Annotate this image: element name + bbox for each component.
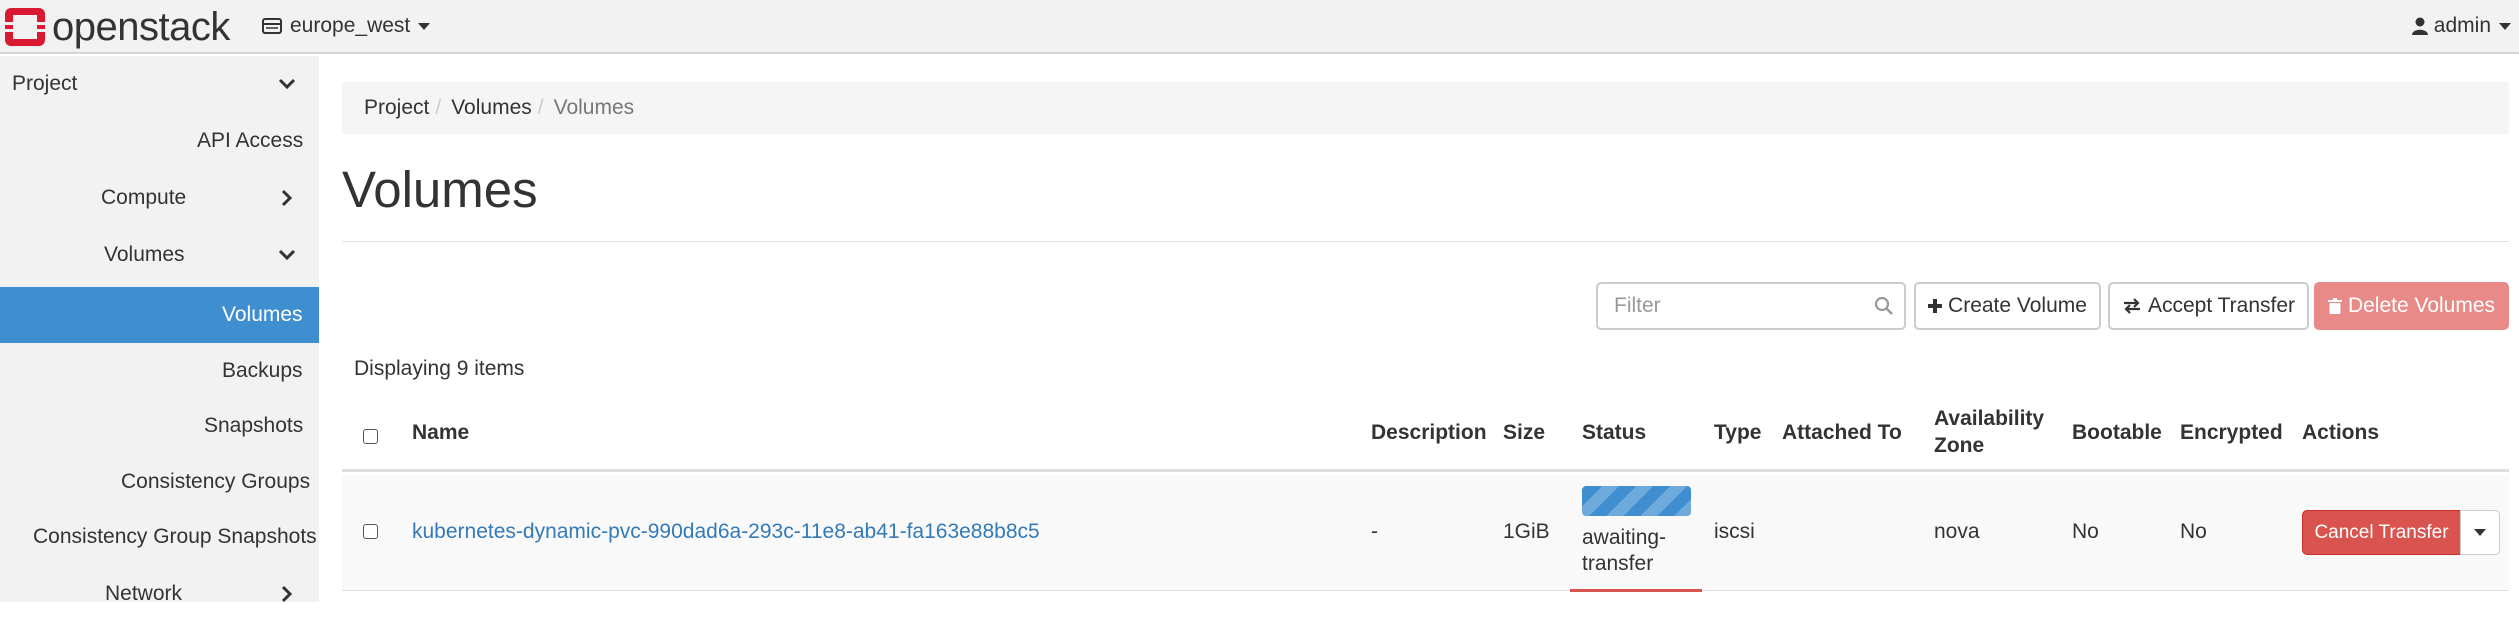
user-menu[interactable]: admin — [2411, 14, 2511, 38]
column-header-description[interactable]: Description — [1371, 419, 1487, 446]
delete-volumes-button[interactable]: Delete Volumes — [2314, 282, 2509, 330]
sidebar-item-label: Compute — [101, 186, 187, 209]
top-navbar: openstack europe_west admin — [0, 0, 2519, 54]
sidebar-item-consistency-group-snapshots[interactable]: Consistency Group Snapshots — [0, 509, 319, 565]
sidebar-item-snapshots[interactable]: Snapshots — [0, 398, 319, 454]
sidebar-item-label: Project — [12, 72, 78, 95]
column-header-availability-zone[interactable]: Availability Zone — [1934, 405, 2054, 459]
delete-volumes-label: Delete Volumes — [2347, 294, 2496, 317]
volume-status-line2: transfer — [1582, 552, 1654, 575]
column-header-name[interactable]: Name — [412, 419, 469, 446]
sidebar-item-compute[interactable]: Compute — [0, 170, 319, 226]
sidebar-item-label: Snapshots — [204, 414, 304, 437]
volume-description: - — [1371, 520, 1378, 543]
breadcrumb-current: Volumes — [553, 96, 635, 119]
sidebar-item-label: Network — [105, 582, 183, 605]
volume-availability-zone: nova — [1934, 520, 1980, 543]
chevron-down-icon — [276, 73, 298, 95]
caret-down-icon — [2499, 22, 2511, 30]
item-count: Displaying 9 items — [354, 357, 525, 380]
column-header-encrypted[interactable]: Encrypted — [2180, 419, 2283, 446]
column-header-actions: Actions — [2302, 421, 2380, 444]
exchange-icon — [2122, 298, 2142, 314]
search-icon[interactable] — [1874, 296, 1894, 322]
user-icon — [2411, 17, 2428, 35]
caret-down-icon — [2474, 529, 2486, 536]
sidebar-item-volumes-group[interactable]: Volumes — [0, 227, 319, 283]
breadcrumb-separator: / — [435, 96, 442, 119]
sidebar-item-api-access[interactable]: API Access — [0, 113, 319, 169]
breadcrumb-volumes-group[interactable]: Volumes — [451, 96, 532, 120]
sidebar-item-label: API Access — [197, 129, 304, 152]
volume-size: 1GiB — [1503, 520, 1550, 543]
title-divider — [342, 241, 2509, 242]
column-header-size[interactable]: Size — [1503, 419, 1545, 446]
region-selector[interactable]: europe_west — [262, 14, 431, 38]
sidebar-item-consistency-groups[interactable]: Consistency Groups — [0, 454, 319, 510]
user-name: admin — [2433, 14, 2491, 37]
sidebar-item-label: Volumes — [222, 303, 303, 326]
filter-input[interactable] — [1598, 284, 1848, 328]
actions-dropdown-toggle[interactable] — [2460, 510, 2500, 555]
create-volume-label: Create Volume — [1948, 294, 2087, 317]
volume-name-link[interactable]: kubernetes-dynamic-pvc-990dad6a-293c-11e… — [412, 520, 1040, 544]
breadcrumb: Project / Volumes / Volumes — [342, 82, 2509, 134]
sidebar-item-label: Consistency Groups — [121, 470, 311, 493]
volume-encrypted: No — [2180, 520, 2207, 543]
sidebar-item-project[interactable]: Project — [0, 56, 319, 112]
select-all-checkbox[interactable] — [363, 429, 378, 444]
cancel-transfer-button[interactable]: Cancel Transfer — [2302, 510, 2461, 555]
status-underline — [1570, 589, 1702, 592]
plus-icon — [1928, 299, 1943, 313]
column-header-status[interactable]: Status — [1582, 419, 1646, 446]
breadcrumb-project[interactable]: Project — [364, 96, 429, 120]
sidebar-item-backups[interactable]: Backups — [0, 343, 319, 399]
accept-transfer-label: Accept Transfer — [2147, 294, 2296, 317]
sidebar-item-label: Consistency Group Snapshots — [33, 525, 317, 548]
table-row: kubernetes-dynamic-pvc-990dad6a-293c-11e… — [342, 475, 2509, 591]
region-icon — [262, 17, 282, 35]
sidebar-item-network[interactable]: Network — [0, 566, 319, 622]
sidebar-item-volumes[interactable]: Volumes — [0, 287, 319, 343]
sidebar: Project API Access Compute Volumes Volum… — [0, 56, 319, 605]
caret-down-icon — [418, 22, 431, 30]
page-title: Volumes — [342, 161, 538, 218]
chevron-down-icon — [276, 244, 298, 266]
status-progress-bar — [1582, 486, 1691, 516]
row-checkbox[interactable] — [363, 524, 378, 539]
chevron-right-icon — [276, 187, 298, 209]
volume-type: iscsi — [1714, 520, 1755, 543]
volume-status-line1: awaiting- — [1582, 526, 1667, 549]
volume-bootable: No — [2072, 520, 2099, 543]
region-label: europe_west — [290, 14, 411, 37]
column-header-attached-to[interactable]: Attached To — [1782, 419, 1902, 446]
sidebar-item-label: Volumes — [104, 243, 185, 266]
table-header: Name Description Size Status Type Attach… — [342, 400, 2509, 472]
filter-field[interactable] — [1596, 282, 1906, 330]
cancel-transfer-label: Cancel Transfer — [2314, 521, 2449, 543]
create-volume-button[interactable]: Create Volume — [1914, 282, 2101, 330]
accept-transfer-button[interactable]: Accept Transfer — [2108, 282, 2309, 330]
column-header-bootable[interactable]: Bootable — [2072, 419, 2162, 446]
openstack-logo-icon — [4, 7, 46, 47]
trash-icon — [2327, 298, 2342, 314]
sidebar-item-label: Backups — [222, 359, 303, 382]
breadcrumb-separator: / — [537, 96, 544, 119]
column-header-type[interactable]: Type — [1714, 419, 1761, 446]
logo-text: openstack — [52, 5, 230, 49]
openstack-logo[interactable]: openstack — [4, 7, 230, 47]
